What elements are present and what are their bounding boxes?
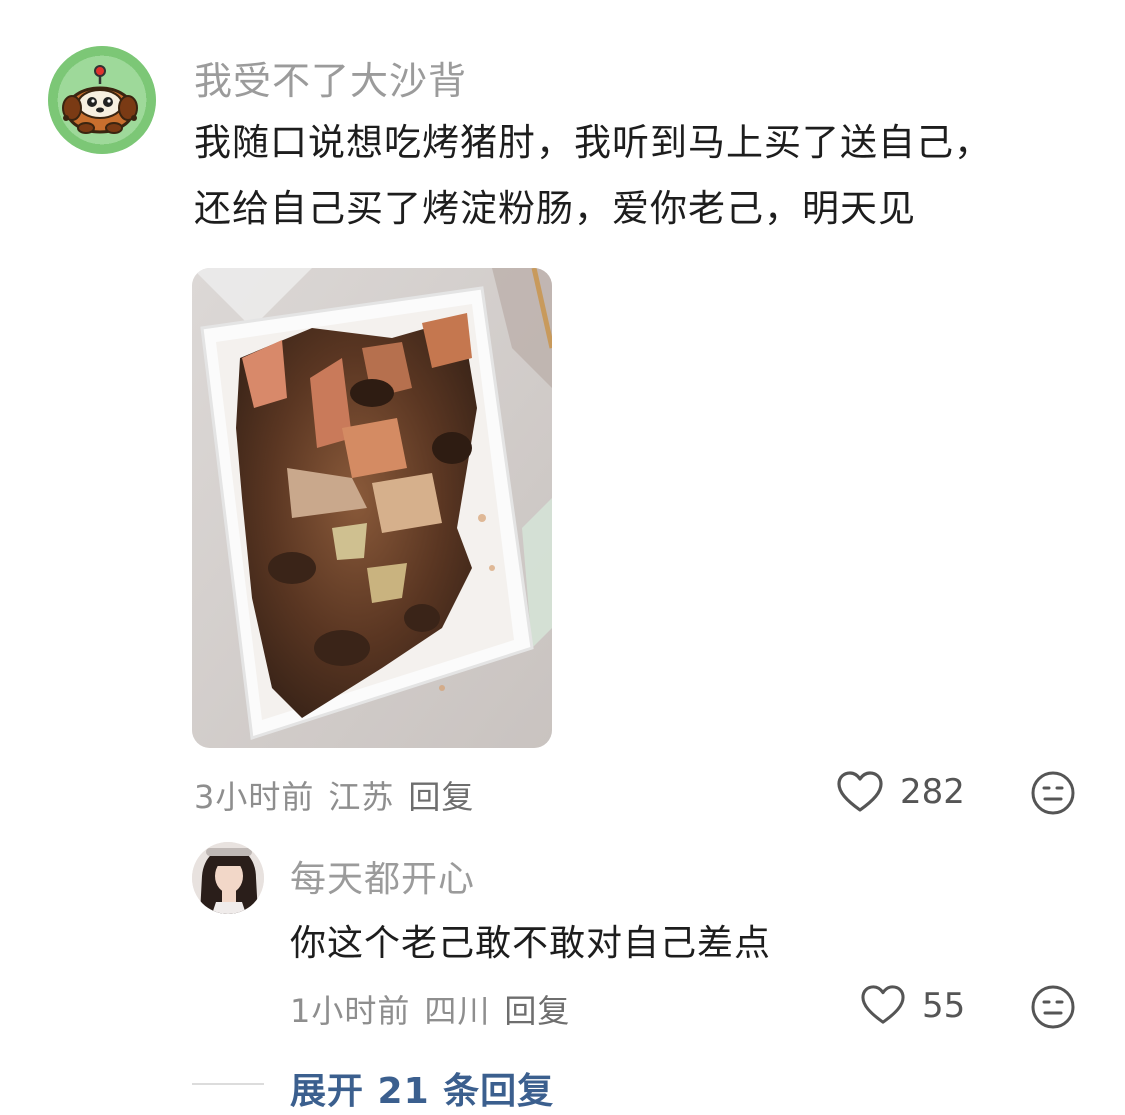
- comment-location: 江苏: [328, 778, 395, 816]
- reply-like-button[interactable]: [860, 984, 906, 1026]
- like-count: 282: [900, 772, 965, 812]
- expand-divider: [192, 1083, 264, 1085]
- replier-username[interactable]: 每天都开心: [290, 850, 475, 902]
- comment-text-line2: 还给自己买了烤淀粉肠，爱你老己，明天见: [194, 187, 916, 230]
- comment-text-line1: 我随口说想吃烤猪肘，我听到马上买了送自己，: [194, 121, 992, 164]
- reply-location: 四川: [424, 992, 491, 1030]
- reply-text: 你这个老己敢不敢对自己差点: [290, 923, 772, 964]
- woman-portrait-icon: [192, 842, 264, 914]
- emoji-face-icon: [1031, 771, 1075, 815]
- comment-image[interactable]: [192, 268, 552, 748]
- expand-replies-button[interactable]: 展开 21 条回复: [290, 1062, 554, 1114]
- commenter-username[interactable]: 我受不了大沙背: [194, 50, 467, 105]
- react-button[interactable]: [1030, 770, 1076, 816]
- commenter-avatar[interactable]: [48, 46, 156, 154]
- comment-time: 3小时前: [194, 778, 315, 816]
- comment-meta: 3小时前 江苏 回复: [194, 772, 488, 818]
- reply-time: 1小时前: [290, 992, 411, 1030]
- like-button[interactable]: [836, 770, 884, 814]
- dog-mascot-icon: [62, 65, 138, 134]
- reply-button[interactable]: 回复: [408, 778, 474, 816]
- emoji-face-icon: [1031, 985, 1075, 1029]
- reply-like-count: 55: [922, 986, 966, 1026]
- heart-outline-icon: [861, 985, 905, 1024]
- replier-avatar[interactable]: [192, 842, 264, 914]
- reply-meta: 1小时前 四川 回复: [290, 986, 584, 1032]
- food-photo-icon: [192, 268, 552, 748]
- reply-react-button[interactable]: [1030, 984, 1076, 1030]
- reply-reply-button[interactable]: 回复: [504, 992, 570, 1030]
- comment-text: 我随口说想吃烤猪肘，我听到马上买了送自己， 还给自己买了烤淀粉肠，爱你老己，明天…: [194, 110, 1094, 242]
- heart-outline-icon: [837, 771, 883, 812]
